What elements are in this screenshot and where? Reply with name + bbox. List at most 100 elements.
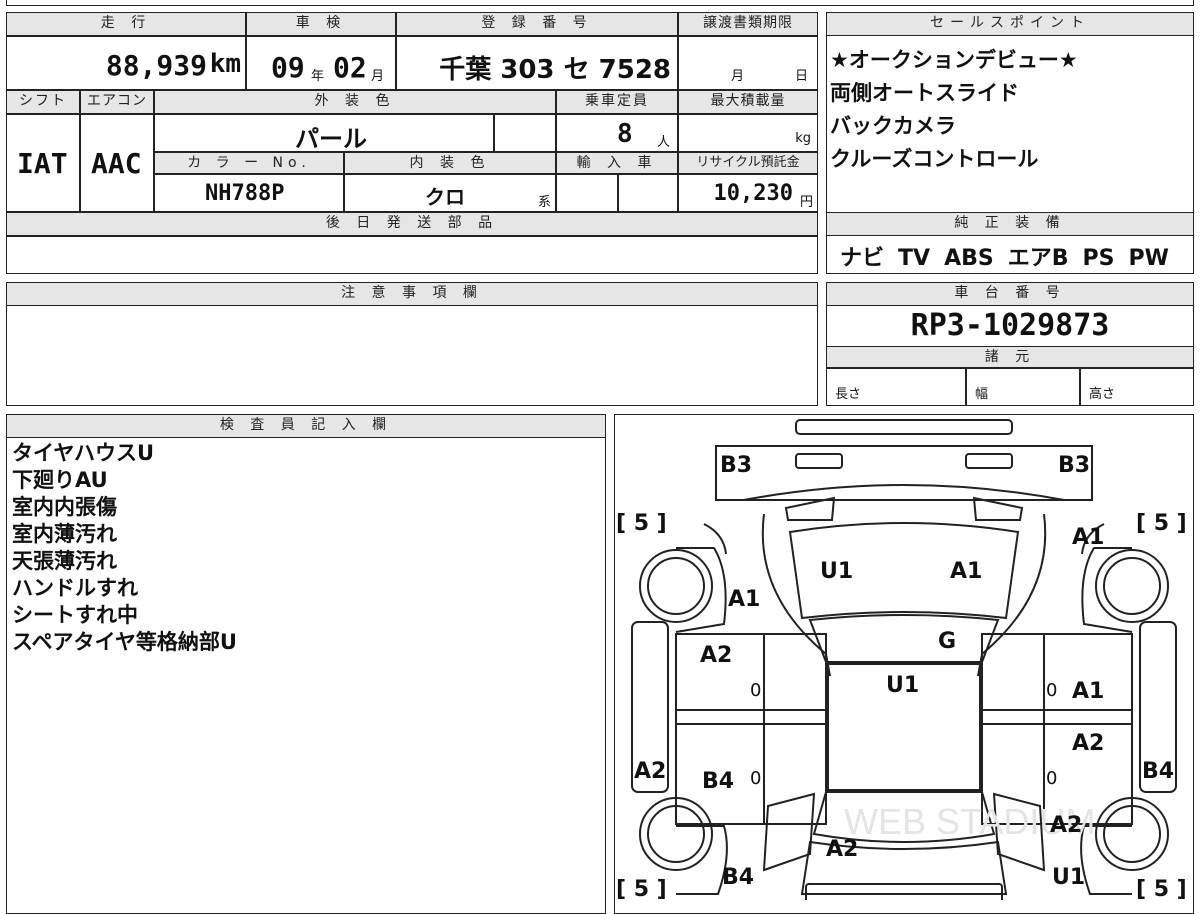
transfer-month-unit: 月 (731, 69, 745, 84)
sales-points-list: ★オークションデビュー★ 両側オートスライド バックカメラ クルーズコントロール (830, 44, 1190, 176)
month-unit: 月 (371, 69, 385, 84)
damage-mark: B3 (720, 453, 752, 478)
tire-front-left-tread: [ 5 ] (616, 511, 667, 536)
sales-point-item: クルーズコントロール (830, 147, 1039, 171)
registration-cell: 千葉 303 セ 7528 (396, 36, 678, 90)
equipment-item: ナビ (840, 246, 885, 271)
damage-mark: U1 (886, 673, 919, 698)
damage-mark: A2 (826, 837, 858, 862)
damage-mark: A2 (1072, 731, 1104, 756)
mileage-header: 走 行 (6, 12, 246, 36)
shift-cell: IAT (6, 114, 80, 212)
import-header: 輸 入 車 (556, 152, 678, 174)
damage-mark: A1 (1072, 525, 1104, 550)
mileage-unit: km (209, 49, 241, 79)
mileage-value: 88,939 (105, 49, 207, 82)
ac-value: AAC (91, 147, 142, 180)
damage-mark: B4 (1142, 759, 1174, 784)
damage-mark: 0 (750, 768, 761, 789)
sales-point-item: バックカメラ (830, 114, 956, 138)
equipment-list: ナビ TV ABS エアB PS PW (840, 240, 1190, 272)
equipment-item: PW (1128, 246, 1169, 271)
sales-points-header: セールスポイント (826, 12, 1194, 36)
capacity-cell: 8 人 (556, 114, 678, 152)
registration-header: 登 録 番 号 (396, 12, 678, 36)
inspector-header: 検 査 員 記 入 欄 (6, 414, 606, 438)
dims-header: 諸 元 (826, 346, 1194, 368)
max-load-header: 最大積載量 (678, 90, 818, 114)
inspector-line: ハンドルすれ (12, 576, 138, 600)
exterior-color-value: パール (295, 125, 367, 152)
chassis-number: RP3-1029873 (910, 308, 1110, 343)
max-load-unit: kg (795, 131, 811, 146)
equipment-header: 純 正 装 備 (826, 212, 1194, 236)
width-label: 幅 (975, 387, 989, 402)
tire-front-right-tread: [ 5 ] (1136, 511, 1187, 536)
inspector-line: 天張薄汚れ (12, 549, 117, 573)
inspector-line: タイヤハウスU (12, 441, 155, 465)
exterior-color-cell: パール (154, 114, 494, 152)
transfer-deadline-header: 譲渡書類期限 (678, 12, 818, 36)
width-cell: 幅 (966, 368, 1080, 406)
length-cell: 長さ (826, 368, 966, 406)
ac-cell: AAC (80, 114, 154, 212)
exterior-color-header: 外 装 色 (154, 90, 556, 114)
mileage-cell: 88,939 km (6, 36, 246, 90)
shift-header: シフト (6, 90, 80, 114)
damage-mark: B4 (722, 865, 754, 890)
capacity-unit: 人 (657, 135, 671, 150)
damage-mark: B3 (1058, 453, 1090, 478)
color-no-header: カ ラ ー No. (154, 152, 344, 174)
registration-value: 千葉 303 セ 7528 (439, 55, 671, 85)
year-unit: 年 (311, 69, 325, 84)
inspector-line: 室内薄汚れ (12, 522, 117, 546)
max-load-cell: kg (678, 114, 818, 152)
damage-mark: B4 (702, 769, 734, 794)
sales-point-item: 両側オートスライド (830, 81, 1019, 105)
damage-mark: 0 (1046, 768, 1057, 789)
inspector-line: シートすれ中 (12, 603, 138, 627)
transfer-deadline-cell: 月 日 (678, 36, 818, 90)
damage-mark: U1 (1052, 865, 1085, 890)
damage-mark: U1 (820, 559, 853, 584)
transfer-day-unit: 日 (795, 69, 809, 84)
inspection-year: 09 (271, 51, 305, 84)
sales-point-item: ★オークションデビュー★ (830, 48, 1078, 72)
inspector-line: 下廻りAU (12, 468, 108, 492)
equipment-item: エアB (1007, 246, 1069, 271)
recycle-header: リサイクル預託金 (678, 152, 818, 174)
interior-color-cell: クロ 系 (344, 174, 556, 212)
capacity-header: 乗車定員 (556, 90, 678, 114)
tire-rear-right-tread: [ 5 ] (1136, 877, 1187, 900)
import-cell-b (618, 174, 678, 212)
later-parts-cell (6, 236, 818, 274)
tire-rear-left-tread: [ 5 ] (616, 877, 667, 900)
recycle-unit: 円 (799, 195, 813, 210)
exterior-color-extra-cell (494, 114, 556, 152)
notes-header: 注 意 事 項 欄 (6, 282, 818, 306)
damage-mark: G (938, 629, 956, 654)
damage-mark: A1 (728, 587, 760, 612)
damage-mark: A2 (634, 759, 666, 784)
recycle-value: 10,230 (713, 181, 793, 206)
height-cell: 高さ (1080, 368, 1194, 406)
damage-mark: 0 (1046, 680, 1057, 701)
height-label: 高さ (1089, 387, 1116, 402)
color-no-value: NH788P (205, 181, 285, 206)
capacity-value: 8 (617, 119, 633, 149)
damage-mark: A1 (950, 559, 982, 584)
damage-mark: A1 (1072, 679, 1104, 704)
import-cell-a (556, 174, 618, 212)
shift-value: IAT (17, 147, 68, 180)
ac-header: エアコン (80, 90, 154, 114)
color-no-cell: NH788P (154, 174, 344, 212)
inspection-cell: 09 年 02 月 (246, 36, 396, 90)
inspector-line: スペアタイヤ等格納部U (12, 630, 237, 654)
damage-mark: 0 (750, 680, 761, 701)
interior-color-value: クロ (425, 185, 465, 209)
equipment-item: ABS (944, 246, 994, 271)
recycle-cell: 10,230 円 (678, 174, 818, 212)
interior-color-suffix: 系 (537, 195, 551, 210)
inspector-line: 室内内張傷 (12, 495, 117, 519)
length-label: 長さ (835, 387, 862, 402)
